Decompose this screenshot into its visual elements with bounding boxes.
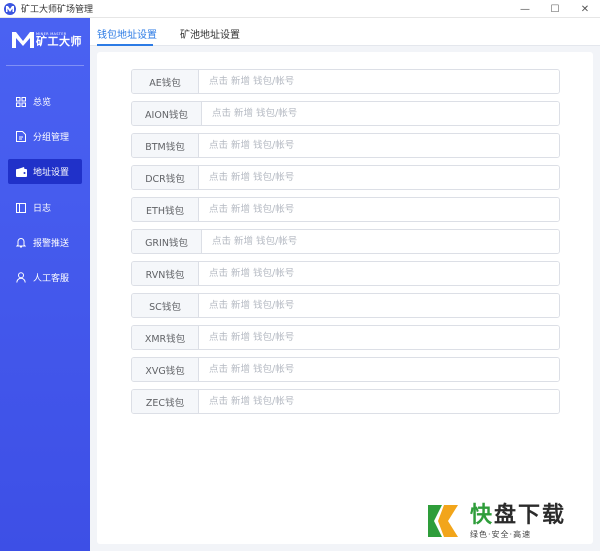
wallet-input[interactable] — [199, 326, 559, 349]
sidebar: MINER MASTER 矿工大师 总览 分组管理 地址设置 日志 报警推送 人… — [0, 18, 90, 551]
miner-master-logo-icon — [12, 32, 34, 48]
app-logo-icon — [4, 2, 16, 15]
wallet-input[interactable] — [199, 262, 559, 285]
sidebar-item-label: 分组管理 — [33, 133, 70, 143]
wallet-label: XVG钱包 — [132, 358, 199, 381]
wallet-input[interactable] — [202, 230, 559, 253]
sidebar-item-alarm-push[interactable]: 报警推送 — [8, 230, 82, 255]
wallet-label: GRIN钱包 — [132, 230, 202, 253]
sidebar-item-customer-service[interactable]: 人工客服 — [8, 265, 82, 290]
wallet-row-zec: ZEC钱包 — [131, 389, 560, 414]
sidebar-item-label: 人工客服 — [33, 274, 70, 284]
wallet-label: SC钱包 — [132, 294, 199, 317]
brand-logo: MINER MASTER 矿工大师 — [12, 32, 82, 48]
maximize-button[interactable]: ☐ — [540, 0, 570, 18]
wallet-label: AE钱包 — [132, 70, 199, 93]
wallet-input[interactable] — [199, 166, 559, 189]
wallet-row-ae: AE钱包 — [131, 69, 560, 94]
wallet-label: ETH钱包 — [132, 198, 199, 221]
watermark-slogan: 绿色·安全·高速 — [470, 529, 532, 539]
wallet-input[interactable] — [202, 102, 559, 125]
watermark: 快盘下载 绿色·安全·高速 — [424, 492, 600, 550]
user-icon — [15, 272, 27, 284]
wallet-row-dcr: DCR钱包 — [131, 165, 560, 190]
wallet-label: RVN钱包 — [132, 262, 199, 285]
sidebar-item-group-management[interactable]: 分组管理 — [8, 124, 82, 149]
wallet-label: AION钱包 — [132, 102, 202, 125]
watermark-brand-first: 快 — [470, 502, 495, 528]
wallet-label: DCR钱包 — [132, 166, 199, 189]
active-tab-indicator — [97, 44, 153, 46]
download-site-logo-icon — [428, 505, 458, 537]
watermark-brand: 快盘下载 — [470, 503, 566, 529]
sidebar-item-label: 日志 — [33, 204, 52, 214]
log-icon — [15, 202, 27, 214]
wallet-input[interactable] — [199, 294, 559, 317]
grid-icon — [15, 96, 27, 108]
wallet-row-rvn: RVN钱包 — [131, 261, 560, 286]
sidebar-item-label: 总览 — [33, 98, 52, 108]
wallet-label: XMR钱包 — [132, 326, 199, 349]
tab-bar: 钱包地址设置 矿池地址设置 — [90, 18, 600, 46]
document-icon — [15, 131, 27, 143]
sidebar-item-label: 报警推送 — [33, 239, 70, 249]
sidebar-divider — [6, 65, 84, 66]
wallet-row-btm: BTM钱包 — [131, 133, 560, 158]
wallet-input[interactable] — [199, 70, 559, 93]
sidebar-item-address-settings[interactable]: 地址设置 — [8, 159, 82, 184]
close-button[interactable]: ✕ — [570, 0, 600, 18]
wallet-row-grin: GRIN钱包 — [131, 229, 560, 254]
tab-wallet-address-settings[interactable]: 钱包地址设置 — [97, 26, 157, 41]
wallet-input[interactable] — [199, 198, 559, 221]
window-title: 矿工大师矿场管理 — [21, 5, 94, 15]
tab-pool-address-settings[interactable]: 矿池地址设置 — [180, 26, 240, 41]
wallet-row-sc: SC钱包 — [131, 293, 560, 318]
sidebar-item-label: 地址设置 — [33, 168, 70, 178]
wallet-input[interactable] — [199, 134, 559, 157]
window-controls: — ☐ ✕ — [510, 0, 600, 18]
bell-icon — [15, 237, 27, 249]
watermark-brand-rest: 盘下载 — [494, 502, 567, 528]
wallet-row-xvg: XVG钱包 — [131, 357, 560, 382]
logo-title: 矿工大师 — [36, 35, 82, 48]
wallet-settings-panel: AE钱包 AION钱包 BTM钱包 DCR钱包 ETH钱包 GRIN钱包 RVN… — [97, 52, 593, 544]
main-content: 钱包地址设置 矿池地址设置 AE钱包 AION钱包 BTM钱包 DCR钱包 ET… — [90, 18, 600, 551]
minimize-button[interactable]: — — [510, 0, 540, 18]
wallet-label: BTM钱包 — [132, 134, 199, 157]
title-bar: 矿工大师矿场管理 — ☐ ✕ — [0, 0, 600, 18]
wallet-input[interactable] — [199, 358, 559, 381]
wallet-row-aion: AION钱包 — [131, 101, 560, 126]
wallet-label: ZEC钱包 — [132, 390, 199, 413]
wallet-row-eth: ETH钱包 — [131, 197, 560, 222]
sidebar-item-overview[interactable]: 总览 — [8, 89, 82, 114]
wallet-row-xmr: XMR钱包 — [131, 325, 560, 350]
wallet-icon — [15, 166, 27, 178]
sidebar-item-log[interactable]: 日志 — [8, 195, 82, 220]
wallet-input[interactable] — [199, 390, 559, 413]
